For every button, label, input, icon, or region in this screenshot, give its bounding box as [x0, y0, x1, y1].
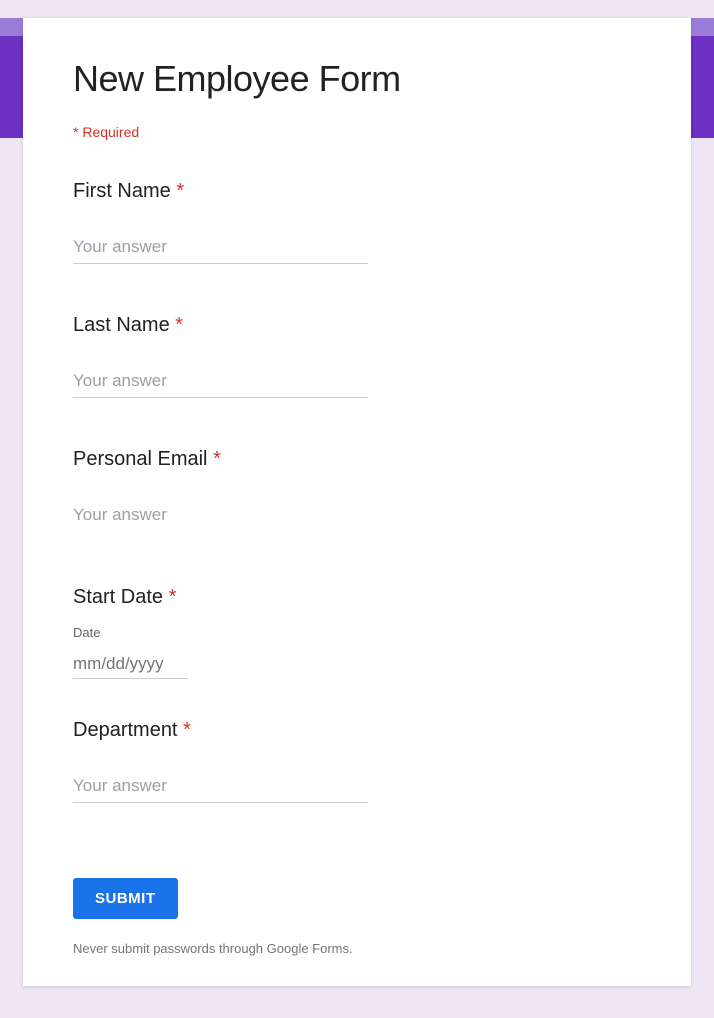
required-asterisk: * — [175, 314, 183, 336]
last-name-label-text: Last Name — [73, 314, 175, 336]
last-name-input[interactable] — [73, 365, 368, 398]
form-card: New Employee Form * Required First Name … — [23, 18, 691, 986]
form-title: New Employee Form — [73, 58, 641, 100]
personal-email-label: Personal Email * — [73, 448, 641, 471]
field-start-date: Start Date * Date — [73, 586, 641, 679]
department-label: Department * — [73, 719, 641, 742]
start-date-label-text: Start Date — [73, 586, 169, 608]
start-date-sublabel: Date — [73, 625, 641, 640]
first-name-label: First Name * — [73, 180, 641, 203]
disclaimer-text: Never submit passwords through Google Fo… — [73, 941, 641, 956]
start-date-label: Start Date * — [73, 586, 641, 609]
required-asterisk: * — [183, 719, 191, 741]
department-label-text: Department — [73, 719, 183, 741]
submit-button[interactable]: SUBMIT — [73, 878, 178, 919]
department-input[interactable] — [73, 770, 368, 803]
field-last-name: Last Name * — [73, 314, 641, 398]
field-department: Department * — [73, 719, 641, 803]
required-note: * Required — [73, 124, 641, 140]
required-asterisk: * — [213, 448, 221, 470]
start-date-input[interactable] — [73, 650, 188, 679]
personal-email-label-text: Personal Email — [73, 448, 213, 470]
required-asterisk: * — [176, 180, 184, 202]
first-name-label-text: First Name — [73, 180, 176, 202]
form-inner: New Employee Form * Required First Name … — [23, 58, 691, 956]
last-name-label: Last Name * — [73, 314, 641, 337]
personal-email-input[interactable] — [73, 499, 368, 531]
first-name-input[interactable] — [73, 231, 368, 264]
field-first-name: First Name * — [73, 180, 641, 264]
field-personal-email: Personal Email * — [73, 448, 641, 531]
required-asterisk: * — [169, 586, 177, 608]
